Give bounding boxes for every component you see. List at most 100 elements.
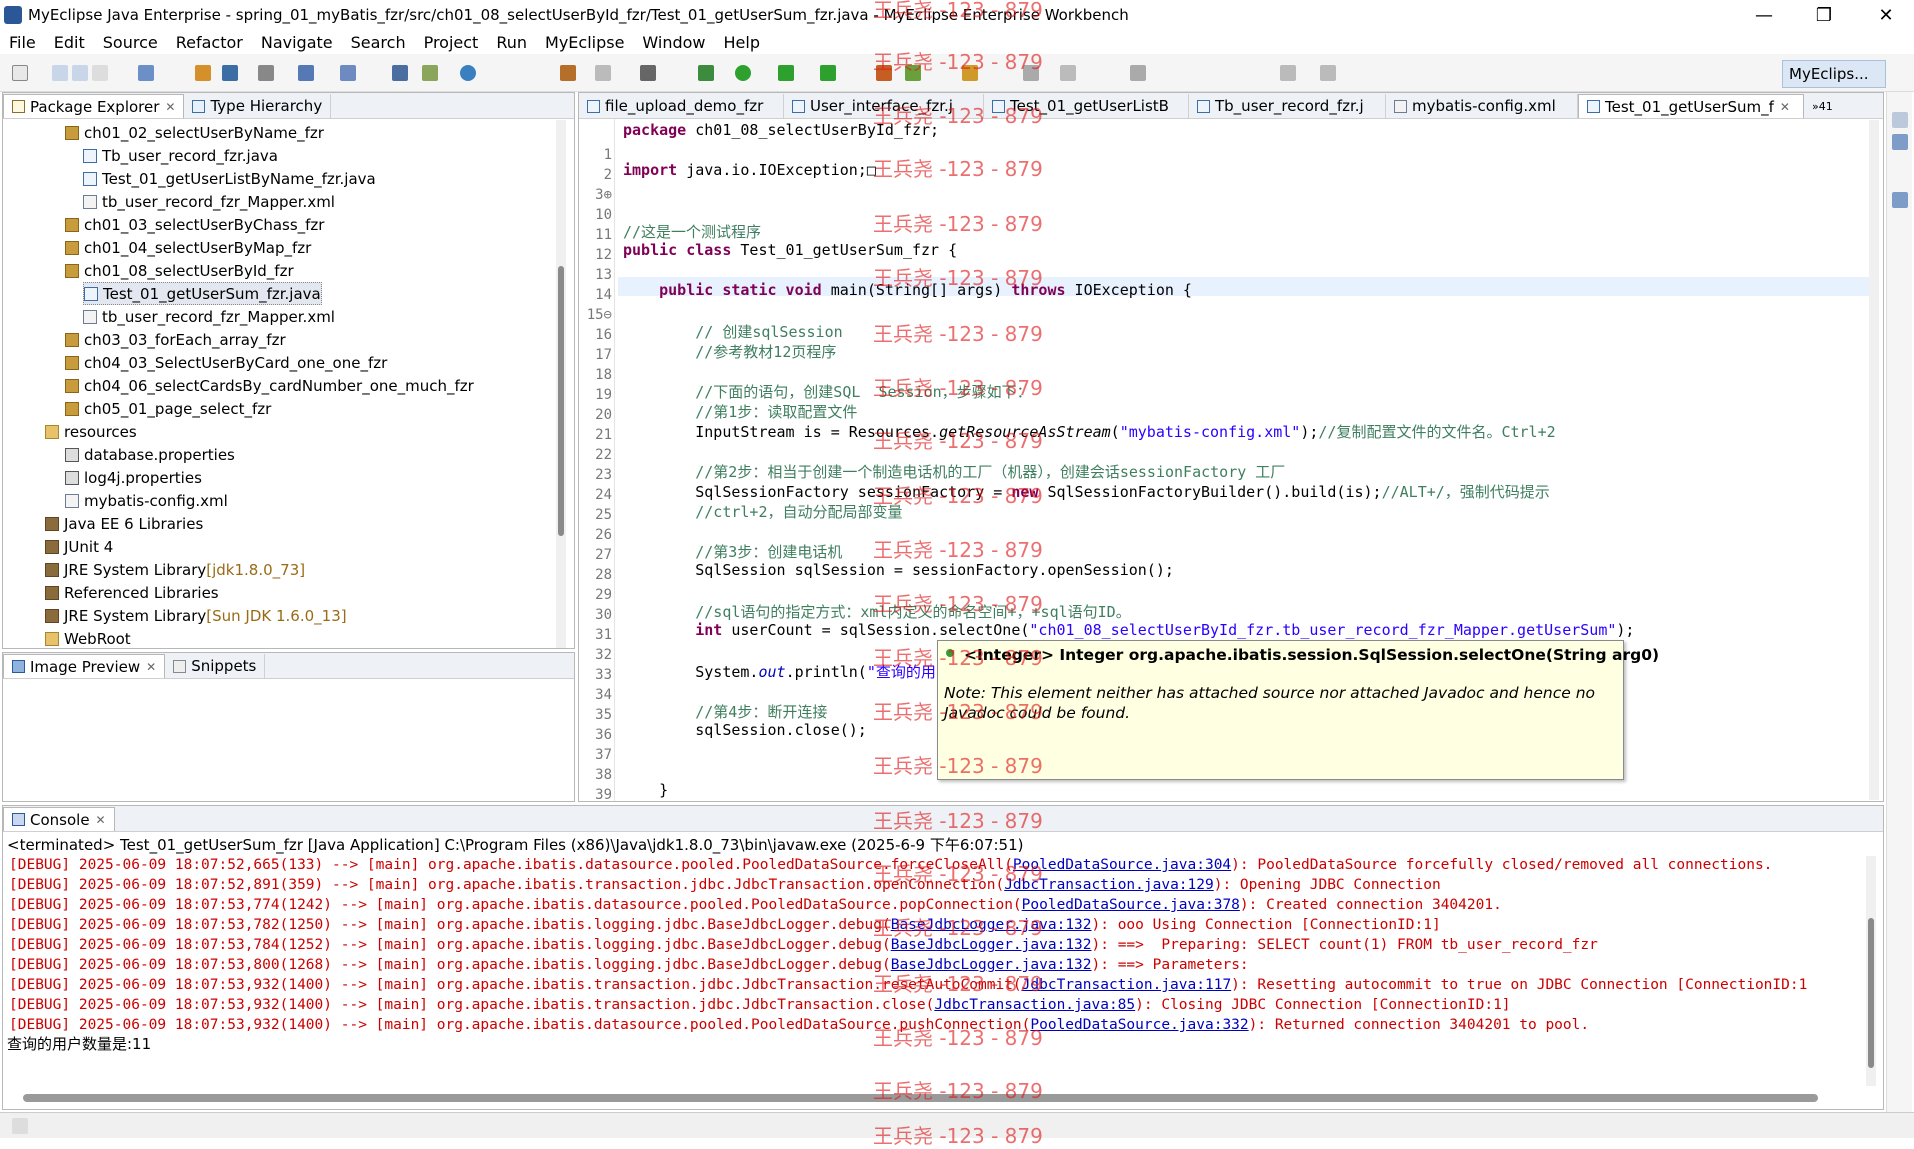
tree-item[interactable]: ch01_08_selectUserById_fzr — [65, 259, 294, 282]
wizard-icon[interactable] — [298, 65, 314, 81]
new-project-icon[interactable] — [138, 65, 154, 81]
tree-item[interactable]: Java EE 6 Libraries — [45, 512, 203, 535]
tree-item[interactable]: JRE System Library [jdk1.8.0_73] — [45, 558, 305, 581]
save-all-icon[interactable] — [72, 65, 88, 81]
tree-item[interactable]: ch01_02_selectUserByName_fzr — [65, 121, 324, 144]
outline-icon[interactable] — [1892, 112, 1908, 128]
tree-item[interactable]: log4j.properties — [65, 466, 202, 489]
menu-help[interactable]: Help — [715, 33, 769, 52]
code-line[interactable]: //第2步：相当于创建一个制造电话机的工厂（机器），创建会话sessionFac… — [623, 461, 1285, 482]
code-line[interactable]: //ctrl+2，自动分配局部变量 — [623, 501, 902, 522]
code-line[interactable]: //第3步：创建电话机 — [623, 541, 842, 562]
menu-refactor[interactable]: Refactor — [167, 33, 252, 52]
server-icon[interactable] — [258, 65, 274, 81]
code-line[interactable]: //参考教材12页程序 — [623, 341, 836, 362]
tree-scrollbar[interactable] — [556, 120, 566, 648]
editor-tab-tb-user-record[interactable]: Tb_user_record_fzr.j — [1189, 94, 1386, 118]
code-line[interactable]: sqlSession.close(); — [623, 721, 867, 739]
editor-tabs-overflow[interactable]: »41 — [1804, 94, 1841, 118]
tree-item[interactable]: Referenced Libraries — [45, 581, 219, 604]
close-icon[interactable]: ✕ — [146, 660, 156, 674]
menu-project[interactable]: Project — [415, 33, 488, 52]
code-line[interactable]: int userCount = sqlSession.selectOne("ch… — [623, 621, 1634, 639]
code-line[interactable]: // 创建sqlSession — [623, 321, 842, 342]
menu-file[interactable]: File — [0, 33, 45, 52]
forward-icon[interactable] — [1320, 65, 1336, 81]
browser-icon[interactable] — [460, 65, 476, 81]
editor-tab-file-upload[interactable]: file_upload_demo_fzr — [579, 94, 784, 118]
close-button[interactable]: ✕ — [1857, 0, 1914, 30]
task-list-icon[interactable] — [1892, 134, 1908, 150]
console-source-link[interactable]: PooledDataSource.java:304 — [1013, 857, 1231, 873]
tree-item[interactable]: mybatis-config.xml — [65, 489, 228, 512]
servers-icon[interactable] — [1892, 192, 1908, 208]
external-tools-icon[interactable] — [820, 65, 836, 81]
menu-source[interactable]: Source — [94, 33, 167, 52]
debug-icon[interactable] — [698, 65, 714, 81]
console-source-link[interactable]: JdbcTransaction.java:117 — [1022, 977, 1232, 993]
tools-icon[interactable] — [640, 65, 656, 81]
tree-item[interactable]: JRE System Library [Sun JDK 1.6.0_13] — [45, 604, 347, 627]
build-icon[interactable] — [560, 65, 576, 81]
tree-item[interactable]: Test_01_getUserListByName_fzr.java — [83, 167, 376, 190]
tree-item[interactable]: Test_01_getUserSum_fzr.java — [83, 282, 322, 305]
code-line[interactable]: import java.io.IOException;□ — [623, 161, 876, 179]
close-icon[interactable]: ✕ — [1780, 100, 1790, 114]
menu-run[interactable]: Run — [487, 33, 536, 52]
menu-myeclipse[interactable]: MyEclipse — [536, 33, 633, 52]
uml-icon[interactable] — [422, 65, 438, 81]
console-vscroll[interactable] — [1866, 856, 1876, 1086]
fast-view-icon[interactable] — [12, 1118, 28, 1134]
code-line[interactable]: SqlSession sqlSession = sessionFactory.o… — [623, 561, 1174, 579]
code-line[interactable]: public class Test_01_getUserSum_fzr { — [623, 241, 957, 259]
code-line[interactable]: //第1步：读取配置文件 — [623, 401, 857, 422]
tree-item[interactable]: ch04_06_selectCardsBy_cardNumber_one_muc… — [65, 374, 474, 397]
console-source-link[interactable]: PooledDataSource.java:332 — [1030, 1017, 1248, 1033]
tree-item[interactable]: ch03_03_forEach_array_fzr — [65, 328, 286, 351]
back-icon[interactable] — [1280, 65, 1296, 81]
save-icon[interactable] — [52, 65, 68, 81]
db-icon[interactable] — [392, 65, 408, 81]
code-line[interactable]: } — [623, 781, 668, 799]
tab-console[interactable]: Console ✕ — [3, 807, 115, 831]
perspective-myeclipse-button[interactable]: MyEclips... — [1782, 60, 1886, 88]
print-icon[interactable] — [92, 65, 108, 81]
tab-package-explorer[interactable]: Package Explorer ✕ — [3, 94, 185, 118]
maximize-button[interactable]: ❐ — [1795, 0, 1853, 30]
tree-item[interactable]: tb_user_record_fzr_Mapper.xml — [83, 190, 335, 213]
menu-edit[interactable]: Edit — [45, 33, 94, 52]
tree-item[interactable]: tb_user_record_fzr_Mapper.xml — [83, 305, 335, 328]
scroll-thumb[interactable] — [558, 266, 564, 536]
tree-item[interactable]: WebRoot — [45, 627, 131, 650]
tree-item[interactable]: resources — [45, 420, 137, 443]
next-annotation-icon[interactable] — [1130, 65, 1146, 81]
console-source-link[interactable]: PooledDataSource.java:378 — [1022, 897, 1240, 913]
scroll-thumb[interactable] — [1868, 918, 1874, 1068]
tree-item[interactable]: ch05_01_page_select_fzr — [65, 397, 271, 420]
close-icon[interactable]: ✕ — [96, 813, 106, 827]
tab-type-hierarchy[interactable]: Type Hierarchy — [184, 94, 332, 118]
open-type-icon[interactable] — [340, 65, 356, 81]
deploy-icon[interactable] — [222, 65, 238, 81]
tab-image-preview[interactable]: Image Preview ✕ — [3, 654, 166, 678]
minimize-button[interactable]: — — [1735, 0, 1793, 30]
tree-item[interactable]: ch01_03_selectUserByChass_fzr — [65, 213, 324, 236]
search-web-icon[interactable] — [595, 65, 611, 81]
code-line[interactable]: SqlSessionFactory sessionFactory = new S… — [623, 481, 1550, 502]
menu-search[interactable]: Search — [342, 33, 415, 52]
code-line[interactable]: //第4步：断开连接 — [623, 701, 827, 722]
run-icon[interactable] — [735, 65, 751, 81]
tree-item[interactable]: Tb_user_record_fzr.java — [83, 144, 278, 167]
code-line[interactable]: //这是一个测试程序 — [623, 221, 761, 242]
tree-item[interactable]: ch01_04_selectUserByMap_fzr — [65, 236, 311, 259]
editor-tab-mybatis-config[interactable]: mybatis-config.xml — [1386, 94, 1578, 118]
close-icon[interactable]: ✕ — [165, 100, 175, 114]
menu-window[interactable]: Window — [633, 33, 714, 52]
menu-navigate[interactable]: Navigate — [252, 33, 342, 52]
editor-tab-getusersum[interactable]: Test_01_getUserSum_f ✕ — [1578, 94, 1804, 118]
tree-item[interactable]: database.properties — [65, 443, 235, 466]
console-source-link[interactable]: JdbcTransaction.java:85 — [934, 997, 1135, 1013]
tree-item[interactable]: JUnit 4 — [45, 535, 113, 558]
new-icon[interactable] — [12, 65, 28, 81]
tab-snippets[interactable]: Snippets — [165, 654, 266, 678]
